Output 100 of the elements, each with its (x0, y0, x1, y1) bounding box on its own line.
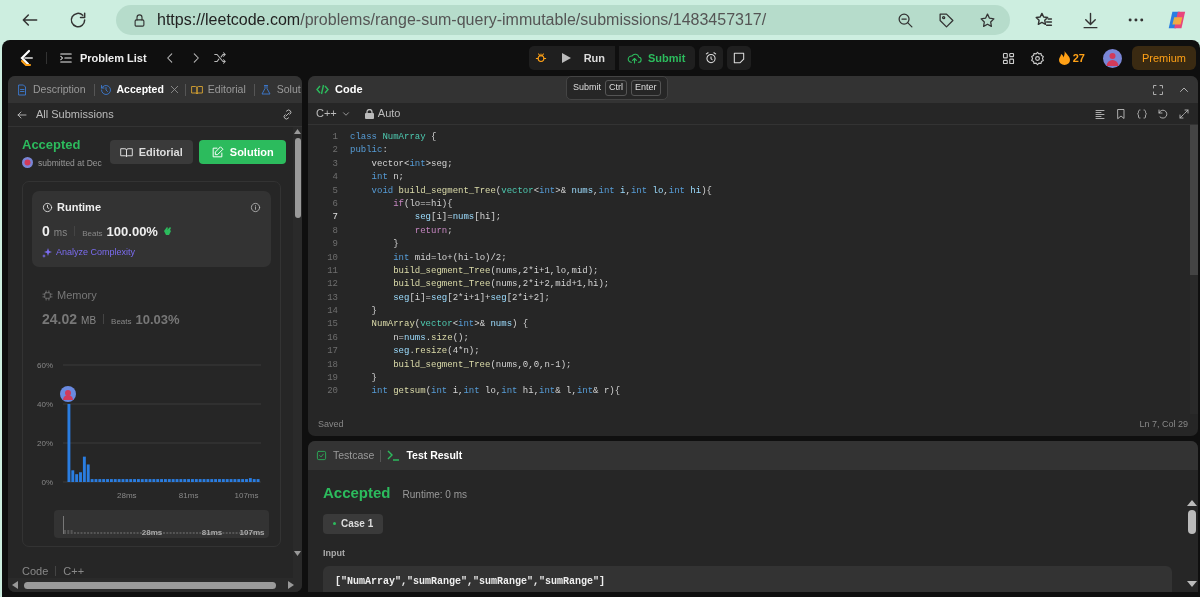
metric-value: 0 (42, 221, 50, 241)
avatar-marker (60, 385, 76, 402)
panel-tab[interactable]: Test Result (406, 447, 463, 464)
metric-title: Runtime (57, 200, 101, 216)
line-number: 19 (326, 372, 338, 386)
info-icon[interactable] (250, 202, 261, 213)
address-bar[interactable]: https://leetcode.com/problems/range-sum-query-immutable/submissions/1483457317/ (116, 5, 1011, 35)
chip-icon (42, 290, 53, 301)
horizontal-scrollbar[interactable] (8, 578, 302, 592)
tooltip-label: Submit (573, 81, 601, 94)
expand-icon[interactable] (1178, 107, 1190, 120)
tag-icon[interactable] (938, 11, 956, 29)
scroll-up-icon[interactable] (1187, 500, 1197, 506)
star-icon[interactable] (979, 11, 997, 29)
scroll-up-icon[interactable] (294, 129, 301, 134)
vertical-scrollbar[interactable] (293, 127, 302, 578)
code-line: NumArray(vector<int>& nums) { (370, 318, 529, 332)
vertical-scrollbar[interactable] (1190, 125, 1198, 414)
submit-button[interactable]: Submit (619, 46, 696, 70)
beats-label: Beats (82, 227, 103, 240)
edit-icon (210, 145, 224, 159)
lock-icon (132, 12, 147, 28)
code-line: seg.resize(4*n); (392, 345, 480, 359)
runtime-text: Runtime: 0 ms (402, 488, 467, 502)
assistant-icon[interactable] (1166, 9, 1188, 31)
format-icon[interactable] (1094, 107, 1106, 120)
clock-icon (42, 202, 53, 213)
streak-count: 27 (1072, 50, 1085, 66)
scroll-left-icon[interactable] (12, 581, 18, 589)
panel-tab[interactable]: Accepted (113, 81, 167, 98)
editorial-button[interactable]: Editorial (109, 140, 193, 165)
code-line: n=nums.size(); (392, 331, 469, 345)
line-number: 3 (331, 157, 338, 171)
code-line: return; (413, 224, 453, 238)
layout-grid-icon[interactable] (1000, 50, 1016, 66)
save-status: Saved (318, 418, 344, 432)
line-number: 16 (326, 331, 338, 345)
refresh-icon[interactable] (68, 10, 88, 30)
premium-button[interactable]: Premium (1132, 46, 1196, 70)
scroll-down-icon[interactable] (1187, 581, 1197, 587)
line-number: 1 (331, 131, 338, 144)
settings-icon[interactable] (1029, 50, 1045, 66)
axis-label: 107ms (234, 490, 259, 500)
all-submissions-link[interactable]: All Submissions (36, 106, 114, 123)
link-icon[interactable] (281, 108, 294, 121)
panel-tab[interactable]: Testcase (333, 447, 375, 464)
zoom-out-icon[interactable] (897, 11, 915, 29)
beats-percentage: 10.03% (135, 310, 180, 329)
case-tab[interactable]: Case 1 (323, 513, 384, 534)
axis-label: 40% (37, 399, 53, 409)
keyboard-key: Enter (631, 80, 661, 96)
code-line: seg[i]=seg[2*i+1]+seg[2*i+2]; (392, 291, 550, 305)
avatar-icon[interactable] (1103, 48, 1122, 68)
metric-unit: MB (81, 313, 97, 328)
bug-icon (533, 51, 548, 65)
code-line: vector<int>seg; (370, 157, 453, 171)
code-line: seg[i]=nums[hi]; (413, 211, 502, 225)
code-line: class NumArray { (350, 131, 437, 144)
document-icon (16, 83, 28, 96)
scroll-right-icon[interactable] (288, 581, 294, 589)
code-line: } (392, 238, 399, 252)
code-label: Code (22, 563, 49, 578)
scroll-down-icon[interactable] (294, 551, 301, 556)
flask-icon (259, 83, 272, 96)
panel-tab[interactable]: Description (30, 81, 89, 98)
code-line: } (370, 305, 377, 319)
shuffle-icon[interactable] (212, 51, 227, 65)
debug-button[interactable] (528, 46, 553, 70)
scrollbar-thumb[interactable] (1188, 510, 1196, 534)
panel-tab[interactable]: Editorial (204, 81, 249, 98)
submitted-time: submitted at Dec (38, 156, 102, 170)
timer-button[interactable] (699, 46, 724, 70)
metric-card[interactable]: Memory 24.02 MB Beats 10.03% (32, 279, 271, 338)
range-brush[interactable]: 28ms 81ms 107ms (54, 509, 269, 538)
language-dropdown[interactable]: C++ (316, 105, 351, 122)
code-line: int getsum(int i,int lo,int hi,int& l,int& r){ (370, 385, 621, 399)
run-button[interactable]: Run (552, 46, 615, 70)
beats-percentage: 100.00% (106, 222, 158, 241)
close-icon[interactable] (168, 84, 180, 95)
bookmark-icon[interactable] (1115, 107, 1127, 120)
keyboard-key: Ctrl (605, 80, 627, 96)
alarm-clock-icon (704, 51, 719, 65)
braces-icon[interactable] (1136, 107, 1148, 120)
url-text: https://leetcode.com/problems/range-sum-query-immutable/submissions/1483457317/ (157, 10, 768, 30)
fullscreen-icon[interactable] (1152, 83, 1164, 96)
metric-card[interactable]: Runtime 0 ms Beats 100.00% Analyze Complexity (32, 191, 271, 268)
undo-icon[interactable] (1157, 107, 1169, 120)
code-line: build_segment_Tree(nums,0,0,n-1); (392, 358, 572, 372)
metric-value: 24.02 (42, 309, 78, 329)
cursor-position: Ln 7, Col 29 (1139, 418, 1188, 432)
problem-list-button[interactable]: Problem List (59, 49, 147, 67)
panel-tab[interactable]: Solut (273, 81, 302, 98)
list-icon (59, 51, 73, 65)
line-number: 4 (331, 171, 338, 185)
code-icon (316, 84, 329, 95)
result-status: Accepted (323, 483, 391, 503)
logo-icon[interactable] (18, 49, 34, 67)
notes-button[interactable] (727, 46, 752, 70)
terminal-icon (387, 450, 401, 461)
book-icon (119, 145, 133, 159)
